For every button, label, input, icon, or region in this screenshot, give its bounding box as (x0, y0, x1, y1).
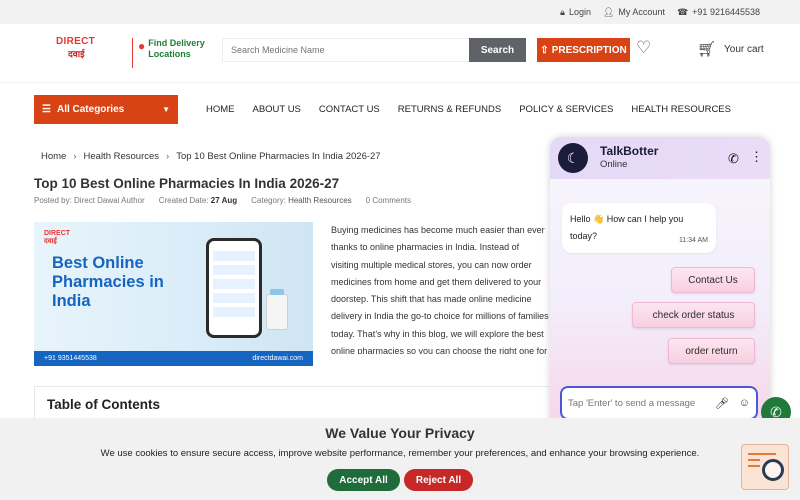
quick-reply-order-return[interactable]: order return (668, 338, 755, 364)
phone-illustration (206, 238, 262, 338)
comments-count[interactable]: 0 Comments (366, 196, 411, 205)
bot-avatar: ☾ (558, 143, 588, 173)
find-delivery-locations[interactable]: ● Find Delivery Locations (132, 38, 205, 68)
prescription-label: PRESCRIPTION (551, 44, 627, 56)
phone-icon: ☎ (676, 6, 689, 17)
cart-link[interactable]: 🛒︎ Your cart (697, 40, 764, 58)
breadcrumb-health-resources[interactable]: Health Resources (84, 151, 160, 162)
wishlist-heart-icon[interactable]: ♡ (636, 38, 656, 60)
hero-logo: DIRECT दवाई (44, 230, 70, 246)
breadcrumb-home[interactable]: Home (41, 151, 66, 162)
more-options-icon[interactable]: ⋮ (750, 150, 763, 166)
chat-input[interactable] (568, 397, 707, 409)
bot-status: Online (600, 159, 628, 170)
hero-title: Best Online Pharmacies in India (52, 254, 164, 310)
chevron-down-icon: ▼ (162, 105, 170, 114)
site-header: DIRECT दवाई ● Find Delivery Locations Se… (0, 24, 800, 76)
phone-link[interactable]: ☎ +91 9216445538 (677, 7, 760, 18)
breadcrumb: Home › Health Resources › Top 10 Best On… (41, 151, 381, 162)
emoji-icon[interactable]: ☺ (739, 397, 750, 409)
reject-all-button[interactable]: Reject All (404, 469, 473, 491)
bot-message-text: Hello 👋 How can I help you today? (570, 214, 684, 241)
call-icon[interactable]: ✆ (728, 151, 742, 166)
posted-by: Posted by: Direct Dawai Author (34, 196, 145, 205)
toc-title: Table of Contents (47, 397, 160, 412)
hero-footer-bar: +91 9351445538 directdawai.com (34, 351, 313, 366)
all-categories-label: All Categories (56, 104, 125, 115)
accept-all-button[interactable]: Accept All (327, 469, 400, 491)
all-categories-dropdown[interactable]: ☰ All Categories ▼ (34, 95, 178, 124)
login-label: Login (568, 7, 591, 17)
nav-home[interactable]: HOME (206, 104, 235, 115)
created-date: Created Date: 27 Aug (159, 196, 237, 205)
nav-health-resources[interactable]: HEALTH RESOURCES (631, 104, 731, 115)
menu-icon: ☰ (42, 104, 51, 115)
support-search-icon[interactable] (741, 444, 789, 490)
user-icon: 👤︎ (602, 6, 615, 17)
cart-label: Your cart (724, 43, 764, 55)
site-logo[interactable]: DIRECT दवाई (56, 36, 102, 66)
phone-number: +91 9216445538 (692, 7, 760, 17)
bot-name: TalkBotter (600, 144, 659, 158)
my-account-label: My Account (618, 7, 665, 17)
upload-icon: ⇧ (540, 44, 549, 56)
nav-contact-us[interactable]: CONTACT US (319, 104, 380, 115)
privacy-text: We use cookies to ensure secure access, … (100, 448, 700, 459)
chat-header: ☾ TalkBotter Online ✆ ⋮ (550, 137, 770, 179)
hero-logo-top: DIRECT (44, 230, 71, 237)
breadcrumb-current: Top 10 Best Online Pharmacies In India 2… (176, 151, 381, 162)
privacy-title: We Value Your Privacy (325, 425, 475, 441)
category: Category: Health Resources (251, 196, 352, 205)
delivery-line2: Locations (148, 49, 191, 59)
chat-input-box: 🎤︎ ☺ (560, 386, 758, 420)
cart-icon: 🛒︎ (697, 41, 717, 58)
category-label: Category: (251, 196, 286, 205)
category-link[interactable]: Health Resources (288, 196, 352, 205)
article-title: Top 10 Best Online Pharmacies In India 2… (34, 176, 340, 191)
login-link[interactable]: 🔒︎ Login (560, 7, 591, 18)
search-input[interactable] (222, 38, 470, 62)
lock-icon: 🔒︎ (560, 6, 565, 17)
nav-about-us[interactable]: ABOUT US (253, 104, 301, 115)
bot-message-time: 11:34 AM (678, 237, 708, 244)
hero-logo-bottom: दवाई (44, 238, 57, 245)
created-date-value: 27 Aug (210, 196, 238, 205)
top-bar: 🔒︎ Login 👤︎ My Account ☎ +91 9216445538 (0, 0, 800, 24)
logo-text-top: DIRECT (56, 36, 96, 47)
breadcrumb-separator: › (166, 151, 170, 162)
quick-reply-check-order-status[interactable]: check order status (632, 302, 755, 328)
prescription-button[interactable]: ⇧ PRESCRIPTION (537, 38, 630, 62)
nav-returns-refunds[interactable]: RETURNS & REFUNDS (398, 104, 501, 115)
delivery-line1: Find Delivery (148, 38, 205, 48)
main-nav: ☰ All Categories ▼ HOME ABOUT US CONTACT… (0, 82, 800, 136)
article-meta: Posted by: Direct Dawai Author Created D… (34, 196, 411, 205)
chat-widget: ☾ TalkBotter Online ✆ ⋮ Hello 👋 How can … (550, 137, 770, 431)
created-date-label: Created Date: (158, 196, 209, 205)
quick-reply-contact-us[interactable]: Contact Us (671, 267, 755, 293)
mic-icon[interactable]: 🎤︎ (715, 397, 729, 410)
nav-links: HOME ABOUT US CONTACT US RETURNS & REFUN… (206, 104, 731, 115)
breadcrumb-separator: › (73, 151, 77, 162)
location-pin-icon: ● (138, 39, 146, 53)
medicine-bottle-illustration (266, 289, 288, 330)
privacy-banner: We Value Your Privacy We use cookies to … (0, 418, 800, 500)
nav-policy-services[interactable]: POLICY & SERVICES (519, 104, 613, 115)
article-intro: Buying medicines has become much easier … (331, 225, 549, 354)
search-button[interactable]: Search (469, 38, 526, 62)
bot-message: Hello 👋 How can I help you today? 11:34 … (562, 203, 716, 253)
my-account-link[interactable]: 👤︎ My Account (603, 7, 665, 18)
logo-text-bottom: दवाई (68, 49, 85, 59)
hero-website: directdawai.com (252, 355, 303, 362)
hero-image: DIRECT दवाई Best Online Pharmacies in In… (34, 222, 313, 366)
hero-phone: +91 9351445538 (44, 355, 97, 362)
